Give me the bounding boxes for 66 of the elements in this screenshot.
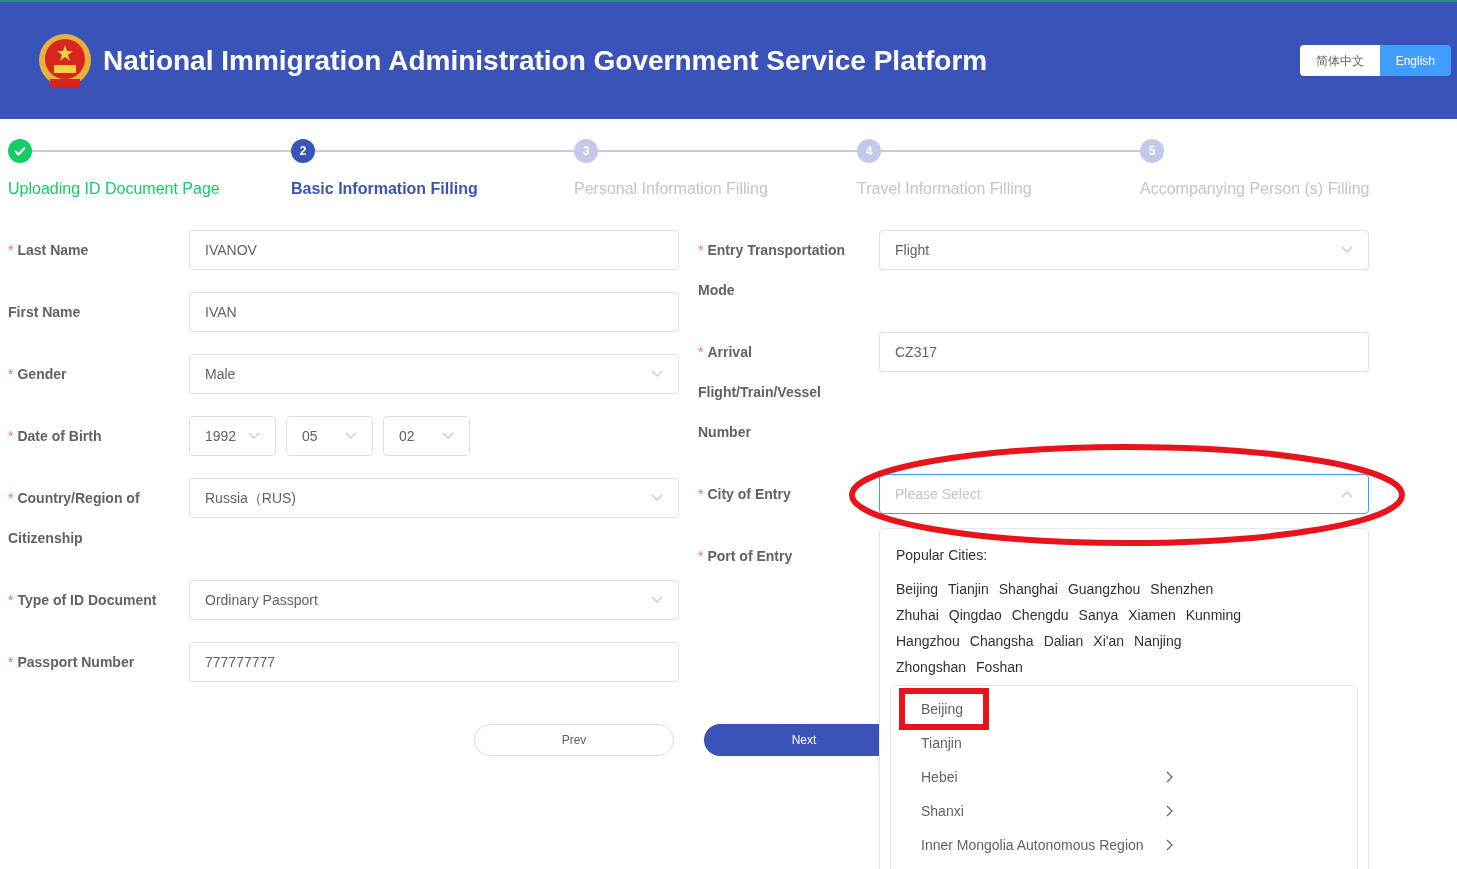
city-link[interactable]: Zhuhai [896, 604, 939, 626]
chevron-up-icon [1341, 490, 1353, 498]
field-label: * Entry Transportation Mode [698, 241, 847, 300]
field-label: * Type of ID Document [8, 591, 158, 610]
chevron-right-icon [1166, 805, 1173, 817]
city-link[interactable]: Zhongshan [896, 656, 967, 678]
city-link[interactable]: Shenzhen [1150, 578, 1214, 600]
chevron-down-icon [1341, 246, 1353, 254]
city-link[interactable]: Sanya [1078, 604, 1119, 626]
emblem-icon [38, 32, 92, 89]
field-label: * Date of Birth [8, 427, 103, 446]
text-input[interactable]: CZ317 [879, 332, 1369, 372]
step-label: Uploading ID Document Page [8, 179, 221, 199]
chevron-down-icon [345, 432, 357, 440]
city-link[interactable]: Nanjing [1134, 630, 1182, 652]
check-icon [14, 146, 26, 156]
city-link[interactable]: Shanghai [998, 578, 1058, 600]
city-link[interactable]: Hangzhou [896, 630, 960, 652]
date-select[interactable]: 1992 [189, 416, 276, 456]
chevron-right-icon [1166, 771, 1173, 783]
city-link[interactable]: Foshan [976, 656, 1023, 678]
city-link[interactable]: Xi'an [1093, 630, 1125, 652]
step-label: Travel Information Filling [857, 179, 1033, 199]
city-link[interactable]: Qingdao [948, 604, 1002, 626]
field-label: * Country/Region of Citizenship [8, 489, 141, 548]
date-select[interactable]: 05 [286, 416, 373, 456]
date-select[interactable]: 02 [383, 416, 470, 456]
region-item[interactable]: Shanxi [891, 794, 1173, 828]
region-item[interactable]: Inner Mongolia Autonomous Region [891, 828, 1173, 862]
step-label: Personal Information Filling [574, 179, 769, 199]
region-item[interactable]: Beijing [891, 692, 1173, 726]
chevron-down-icon [651, 494, 663, 502]
text-input[interactable]: IVANOV [189, 230, 679, 270]
field-label: * Arrival Flight/Train/Vessel Number [698, 343, 822, 442]
field-label: * Passport Number [8, 653, 136, 672]
city-link[interactable]: Dalian [1043, 630, 1084, 652]
city-link[interactable]: Tianjin [948, 578, 989, 600]
prev-button[interactable]: Prev [474, 724, 674, 756]
chevron-right-icon [1166, 839, 1173, 851]
chevron-down-icon [248, 432, 260, 440]
select-field[interactable]: Flight [879, 230, 1369, 270]
chevron-down-icon [651, 596, 663, 604]
field-label: * Last Name [8, 241, 90, 260]
select-field[interactable]: Male [189, 354, 679, 394]
city-link[interactable]: Chengdu [1011, 604, 1069, 626]
chevron-down-icon [442, 432, 454, 440]
site-title: National Immigration Administration Government Service Platform [103, 43, 989, 78]
text-input[interactable]: IVAN [189, 292, 679, 332]
text-input[interactable]: 777777777 [189, 642, 679, 682]
popular-cities-heading: Popular Cities: [896, 546, 989, 565]
field-label: * Port of Entry [698, 547, 794, 566]
step-label: Basic Information Filling [291, 179, 479, 199]
select-field[interactable]: Ordinary Passport [189, 580, 679, 620]
city-link[interactable]: Xiamen [1128, 604, 1176, 626]
field-label: * Gender [8, 365, 68, 384]
field-label: First Name [8, 303, 82, 322]
city-link[interactable]: Guangzhou [1067, 578, 1141, 600]
select-field[interactable]: Russia（RUS) [189, 478, 679, 518]
city-link[interactable]: Kunming [1185, 604, 1241, 626]
region-item[interactable]: Hebei [891, 760, 1173, 794]
step-label: Accompanying Person (s) Filling [1140, 179, 1371, 199]
field-label: * City of Entry [698, 485, 792, 504]
city-link[interactable]: Beijing [896, 578, 939, 600]
city-link[interactable]: Changsha [969, 630, 1034, 652]
language-button[interactable]: 简体中文 [1299, 45, 1380, 76]
chevron-down-icon [651, 370, 663, 378]
